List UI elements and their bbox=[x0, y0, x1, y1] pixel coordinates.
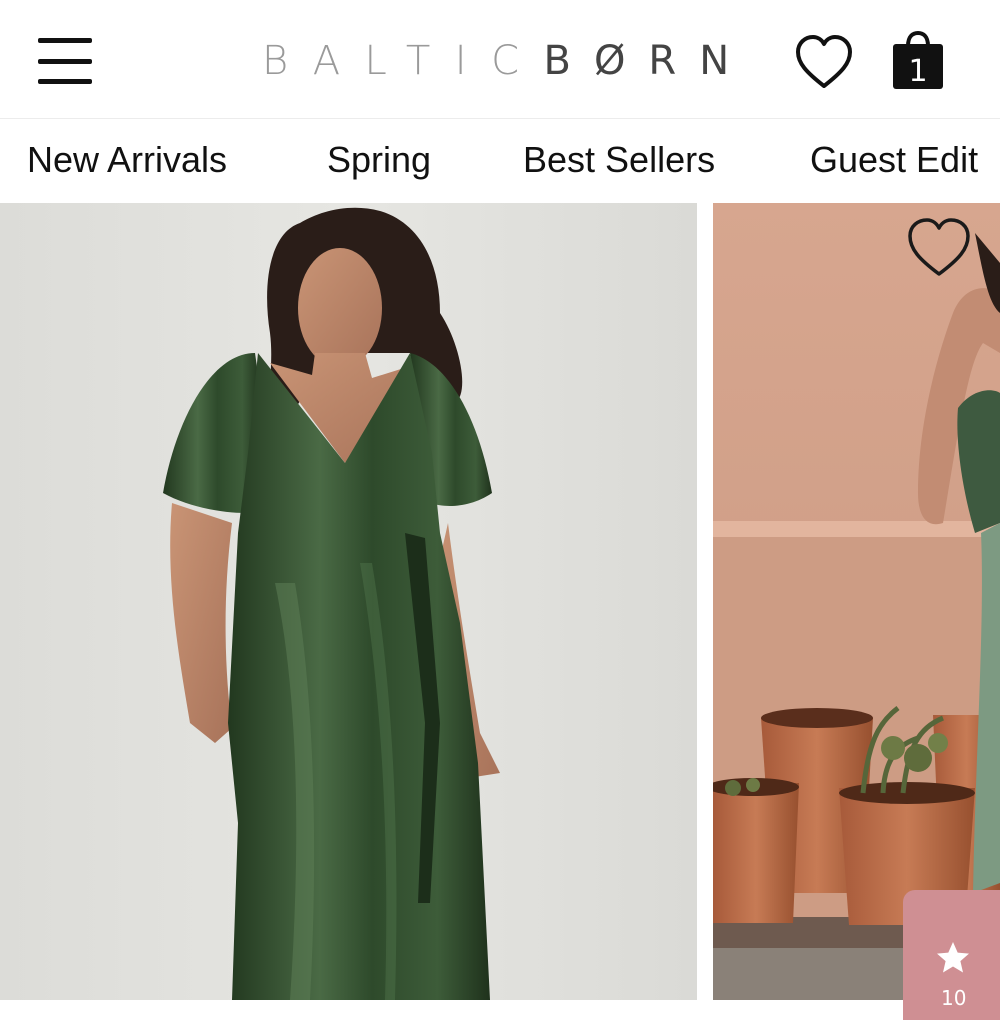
product-card[interactable] bbox=[713, 203, 1000, 1000]
logo-text-baltic: BALTIC bbox=[262, 38, 544, 84]
menu-bar bbox=[38, 38, 92, 43]
reviews-count: 10 bbox=[941, 986, 967, 1010]
tab-spring[interactable]: Spring bbox=[327, 137, 431, 183]
product-wishlist-button[interactable] bbox=[905, 217, 973, 279]
product-image-sage-dress-pots bbox=[713, 203, 1000, 1000]
product-image-green-velvet-dress bbox=[0, 203, 697, 1000]
reviews-tab[interactable]: 10 bbox=[903, 890, 1000, 1020]
cart-button[interactable]: 1 bbox=[890, 30, 946, 92]
tab-guest-edit[interactable]: Guest Edit bbox=[810, 137, 978, 183]
product-card[interactable] bbox=[0, 203, 697, 1000]
heart-outline-icon bbox=[908, 218, 970, 276]
category-nav: New Arrivals Spring Best Sellers Guest E… bbox=[0, 119, 1000, 203]
tab-best-sellers[interactable]: Best Sellers bbox=[523, 137, 715, 183]
product-grid bbox=[0, 203, 1000, 1000]
site-logo[interactable]: BALTIC BØRN bbox=[262, 36, 752, 86]
tab-new-arrivals[interactable]: New Arrivals bbox=[27, 137, 227, 183]
star-icon bbox=[937, 942, 969, 973]
logo-text-born: BØRN bbox=[543, 38, 753, 84]
site-header: BALTIC BØRN 1 bbox=[0, 0, 1000, 119]
heart-outline-icon bbox=[796, 35, 852, 88]
hamburger-menu-icon[interactable] bbox=[38, 38, 96, 84]
menu-bar bbox=[38, 58, 92, 64]
cart-count-badge: 1 bbox=[908, 54, 928, 89]
menu-bar bbox=[38, 79, 92, 84]
wishlist-button[interactable] bbox=[794, 34, 854, 90]
